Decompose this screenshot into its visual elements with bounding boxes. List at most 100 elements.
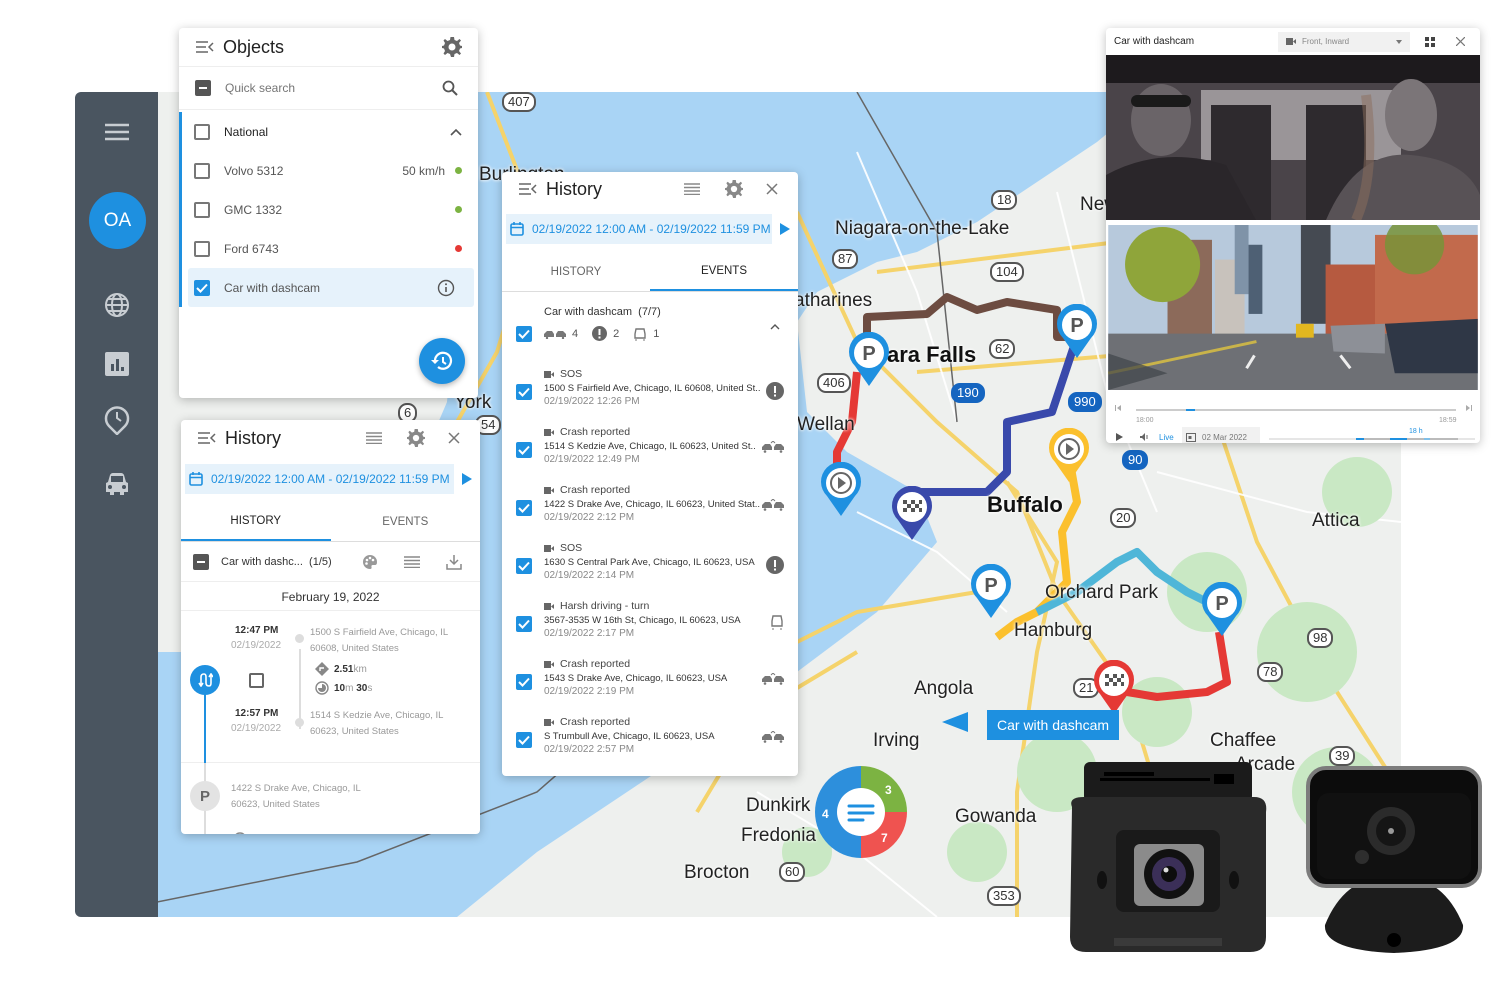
group-checkbox[interactable] — [194, 123, 210, 140]
info-button[interactable] — [434, 276, 458, 300]
sidebar-item-map[interactable] — [75, 285, 158, 325]
camera-select[interactable]: Front, Inward — [1278, 31, 1410, 52]
object-checkbox[interactable] — [194, 240, 210, 257]
parking-pin[interactable]: P — [1200, 582, 1244, 638]
event-type: Crash reported — [560, 716, 631, 728]
track-checkbox[interactable] — [193, 553, 209, 570]
object-checkbox-checked[interactable] — [516, 326, 532, 342]
collapse-panel-button[interactable] — [195, 426, 219, 450]
object-item[interactable]: GMC 1332 — [182, 190, 478, 229]
track-color-button[interactable] — [358, 550, 382, 574]
event-checkbox-checked[interactable] — [516, 732, 532, 748]
sidebar-menu-button[interactable] — [75, 112, 158, 152]
volume-icon[interactable] — [1140, 433, 1149, 441]
duration-sec-unit: s — [367, 682, 373, 694]
route-shield: 18 — [991, 190, 1018, 210]
finish-flag-pin[interactable] — [890, 486, 934, 542]
close-button[interactable] — [1448, 30, 1472, 54]
play-button[interactable] — [454, 473, 480, 485]
event-checkbox-checked[interactable] — [516, 558, 532, 574]
play-icon[interactable] — [1116, 433, 1123, 441]
sidebar-item-vehicles[interactable] — [75, 464, 158, 504]
parking-pin[interactable]: P — [969, 564, 1013, 620]
object-checkbox[interactable] — [194, 201, 210, 218]
list-view-button[interactable] — [680, 177, 704, 201]
car-map-label[interactable]: Car with dashcam — [987, 710, 1120, 740]
harsh-count: 1 — [653, 327, 660, 340]
dashcam-date-picker[interactable]: 02 Mar 2022 — [1182, 427, 1260, 443]
car-direction-arrow-icon[interactable] — [942, 712, 968, 732]
chevron-up-icon[interactable] — [770, 323, 780, 330]
settings-button[interactable] — [722, 177, 746, 201]
track-list-button[interactable] — [400, 550, 424, 574]
download-button[interactable] — [442, 550, 466, 574]
settings-button[interactable] — [404, 426, 428, 450]
settings-button[interactable] — [440, 35, 464, 59]
object-checkbox-checked[interactable] — [194, 279, 210, 296]
date-range-picker[interactable]: 02/19/2022 12:00 AM - 02/19/2022 11:59 P… — [185, 464, 454, 494]
route-shield: 60 — [779, 862, 806, 882]
sidebar-item-reports[interactable] — [75, 344, 158, 384]
object-item[interactable]: Volvo 5312 50 km/h — [182, 151, 478, 190]
close-button[interactable] — [442, 426, 466, 450]
event-checkbox-checked[interactable] — [516, 674, 532, 690]
start-play-pin[interactable] — [819, 462, 863, 518]
tab-history[interactable]: HISTORY — [502, 252, 650, 291]
clip-timeline[interactable] — [1136, 409, 1456, 411]
list-view-button[interactable] — [362, 426, 386, 450]
object-item-selected[interactable]: Car with dashcam — [188, 268, 474, 307]
history-fab-button[interactable] — [419, 338, 465, 384]
select-all-checkbox[interactable] — [195, 80, 211, 96]
sidebar-item-history[interactable] — [75, 400, 158, 440]
layout-grid-button[interactable] — [1418, 30, 1442, 54]
object-item[interactable]: Ford 6743 — [182, 229, 478, 268]
live-button[interactable]: Live — [1159, 433, 1174, 442]
event-checkbox-checked[interactable] — [516, 616, 532, 632]
trip-checkbox[interactable] — [249, 673, 264, 688]
play-button[interactable] — [772, 223, 798, 235]
events-object-header: Car with dashcam (7/7) 4 2 1 — [502, 292, 798, 362]
tab-events[interactable]: EVENTS — [650, 252, 798, 291]
event-checkbox-checked[interactable] — [516, 500, 532, 516]
event-item[interactable]: Harsh driving - turn 3567-3535 W 16th St,… — [502, 594, 798, 652]
event-item[interactable]: Crash reported 1514 S Kedzie Ave, Chicago… — [502, 420, 798, 478]
start-play-pin[interactable] — [1047, 428, 1091, 484]
event-item[interactable]: Crash reported S Trumbull Ave, Chicago, I… — [502, 710, 798, 768]
inward-camera-feed[interactable] — [1106, 55, 1480, 223]
parking-duration: 1h 13m — [233, 832, 285, 834]
event-checkbox-checked[interactable] — [516, 384, 532, 400]
parking-pin[interactable]: P — [1055, 304, 1099, 360]
parking-pin[interactable]: P — [847, 332, 891, 388]
event-item[interactable]: Crash reported 1543 S Drake Ave, Chicago,… — [502, 652, 798, 710]
event-cluster[interactable]: 3 7 4 — [815, 766, 907, 858]
search-button[interactable] — [438, 76, 462, 100]
skip-forward-icon[interactable] — [1466, 405, 1472, 411]
parking-entry[interactable]: P 1422 S Drake Ave, Chicago, IL 60623, U… — [181, 763, 480, 834]
event-type-icon — [766, 382, 784, 405]
front-camera-feed[interactable] — [1106, 215, 1480, 390]
track-row: Car with dashc... (1/5) — [181, 542, 480, 582]
trip-entry[interactable]: 12:47 PM 02/19/2022 12:57 PM 02/19/2022 … — [181, 611, 480, 763]
user-avatar[interactable]: OA — [89, 192, 146, 249]
event-item[interactable]: SOS 1500 S Fairfield Ave, Chicago, IL 606… — [502, 362, 798, 420]
tab-history[interactable]: HISTORY — [181, 502, 331, 541]
distance-value: 2.51 — [334, 663, 354, 675]
chevron-up-icon[interactable] — [450, 128, 462, 136]
collapse-panel-button[interactable] — [516, 177, 540, 201]
reports-icon — [104, 352, 129, 376]
quick-search-input[interactable] — [225, 81, 438, 95]
group-national[interactable]: National — [182, 112, 478, 151]
clip-timeline-position[interactable] — [1186, 409, 1195, 411]
restore-history-icon — [431, 351, 453, 370]
tab-events[interactable]: EVENTS — [331, 502, 481, 541]
event-type-icon — [762, 440, 784, 458]
event-item[interactable]: SOS 1630 S Central Park Ave, Chicago, IL … — [502, 536, 798, 594]
finish-flag-pin[interactable] — [1092, 660, 1136, 716]
object-checkbox[interactable] — [194, 162, 210, 179]
date-range-picker[interactable]: 02/19/2022 12:00 AM - 02/19/2022 11:59 P… — [506, 214, 772, 244]
event-checkbox-checked[interactable] — [516, 442, 532, 458]
collapse-panel-button[interactable] — [193, 35, 217, 59]
event-item[interactable]: Crash reported 1422 S Drake Ave, Chicago,… — [502, 478, 798, 536]
skip-back-icon[interactable] — [1115, 405, 1121, 411]
close-button[interactable] — [760, 177, 784, 201]
